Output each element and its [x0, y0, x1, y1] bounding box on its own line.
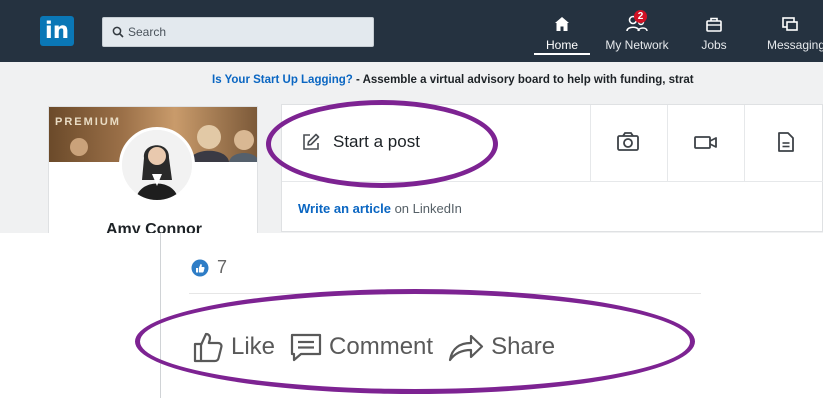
nav-my-network-label: My Network — [605, 38, 669, 52]
nav-messaging[interactable]: Messaging — [760, 14, 823, 58]
like-button[interactable]: Like — [191, 330, 275, 364]
briefcase-icon — [704, 14, 724, 34]
start-a-post-label: Start a post — [333, 132, 420, 151]
avatar[interactable] — [119, 127, 195, 203]
comment-button[interactable]: Comment — [289, 332, 433, 362]
divider — [744, 105, 745, 181]
post-actions-screenshot: 7 Like Comment Share — [135, 233, 720, 398]
comment-icon — [290, 333, 322, 362]
write-article-suffix: on LinkedIn — [390, 201, 462, 216]
thumbs-up-icon — [193, 332, 223, 363]
camera-icon[interactable] — [616, 131, 640, 158]
share-arrow-icon — [448, 334, 484, 362]
network-icon: 2 — [624, 10, 650, 34]
profile-card[interactable]: PREMIUM Amy Connor — [48, 106, 258, 233]
linkedin-logo[interactable]: in — [40, 16, 74, 46]
linkedin-feed-screenshot: in Home 2 My Network Jobs — [0, 0, 823, 233]
video-icon[interactable] — [693, 131, 719, 158]
search-input[interactable] — [128, 22, 368, 42]
edit-icon — [303, 133, 320, 150]
share-box-top-row: Start a post — [282, 105, 823, 182]
like-reaction-icon — [191, 259, 209, 276]
share-box: Start a post Write an article on LinkedI… — [281, 104, 823, 232]
start-a-post-button[interactable]: Start a post — [301, 129, 420, 155]
nav-jobs[interactable]: Jobs — [690, 14, 738, 58]
share-button[interactable]: Share — [447, 331, 555, 363]
post-action-bar: Like Comment Share — [191, 330, 569, 364]
document-icon[interactable] — [777, 131, 795, 158]
search-box[interactable] — [102, 17, 374, 47]
nav-messaging-label: Messaging — [767, 38, 823, 52]
share-label: Share — [491, 333, 556, 360]
divider — [590, 105, 591, 181]
reaction-count: 7 — [217, 257, 228, 277]
comment-label: Comment — [329, 333, 434, 360]
premium-label: PREMIUM — [55, 116, 121, 128]
like-label: Like — [231, 333, 276, 360]
search-icon — [112, 26, 124, 38]
divider — [667, 105, 668, 181]
reaction-summary[interactable]: 7 — [191, 257, 227, 278]
write-article-row: Write an article on LinkedIn — [298, 201, 462, 216]
divider — [189, 293, 701, 294]
nav-jobs-label: Jobs — [701, 38, 727, 52]
promo-text: - Assemble a virtual advisory board to h… — [352, 74, 694, 86]
nav-home[interactable]: Home — [534, 14, 590, 58]
home-icon — [552, 14, 572, 34]
messaging-icon — [780, 14, 800, 34]
notification-badge: 2 — [634, 10, 647, 23]
top-navbar: in Home 2 My Network Jobs — [0, 0, 823, 62]
nav-my-network[interactable]: 2 My Network — [594, 10, 680, 58]
promo-link[interactable]: Is Your Start Up Lagging? — [212, 74, 353, 86]
write-article-link[interactable]: Write an article — [298, 201, 391, 216]
profile-name[interactable]: Amy Connor — [49, 221, 257, 233]
nav-home-label: Home — [534, 38, 590, 55]
